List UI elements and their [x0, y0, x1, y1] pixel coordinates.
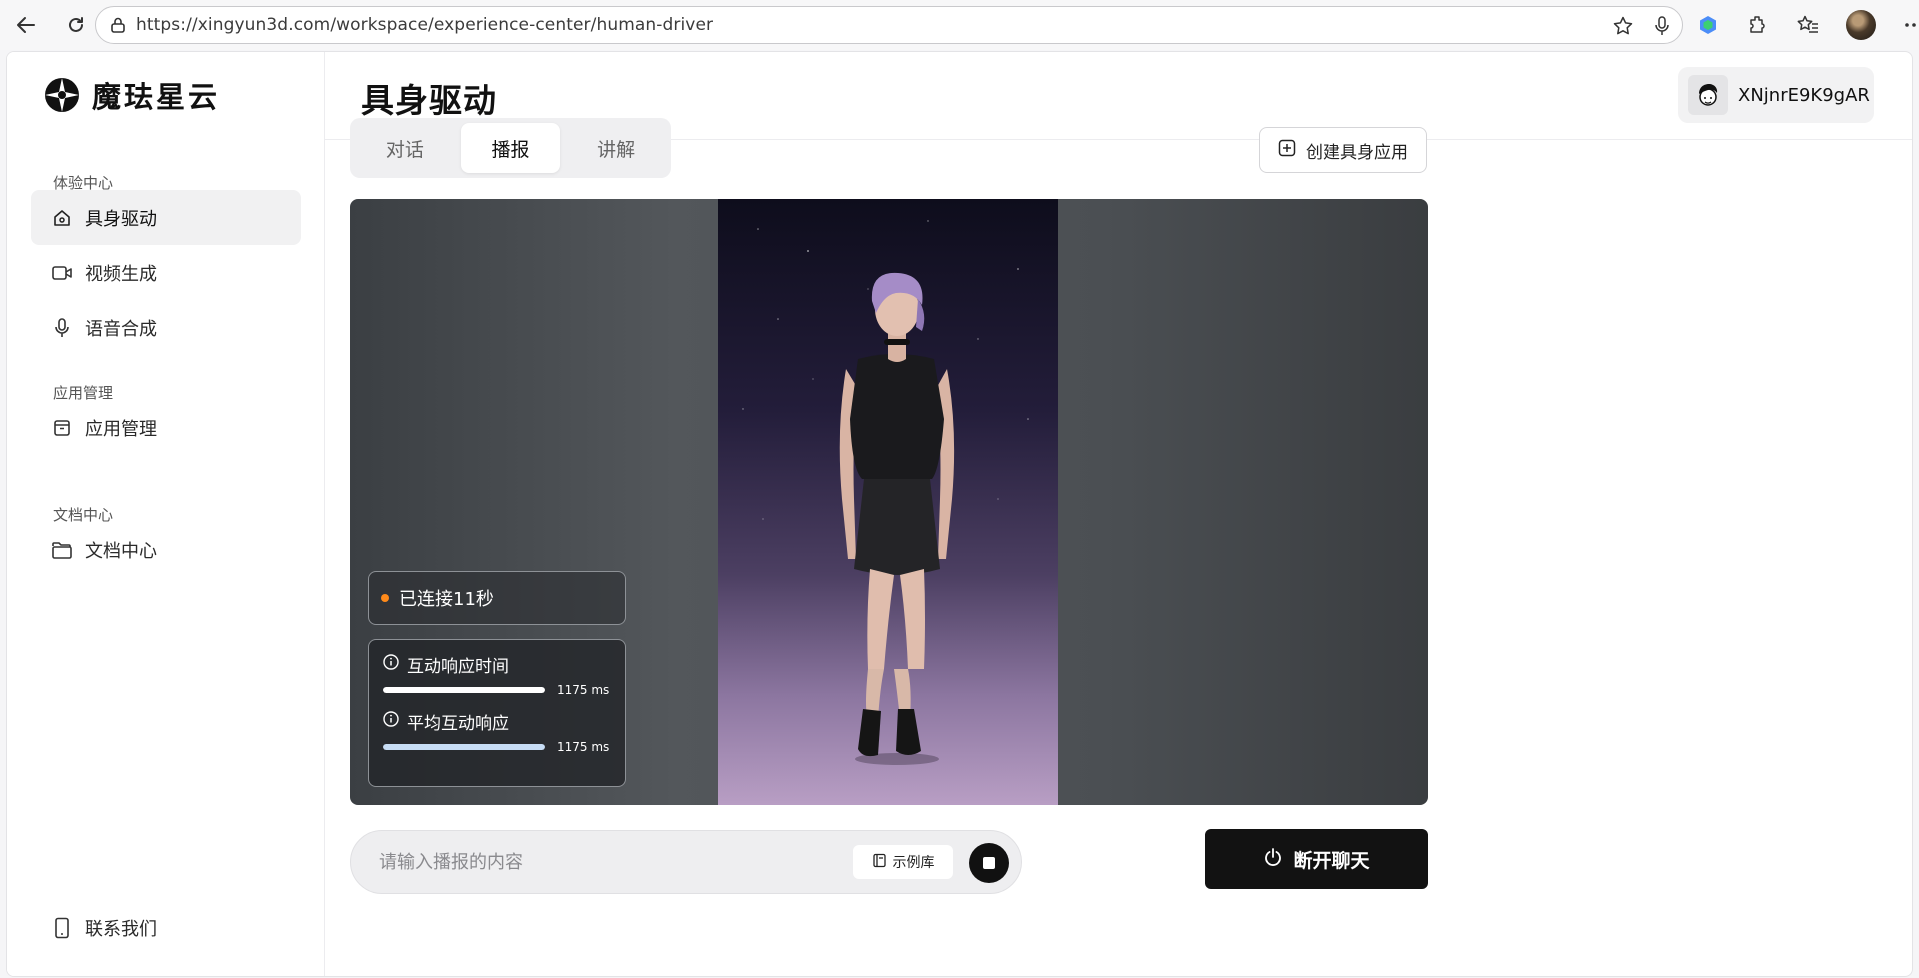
connection-status-text: 已连接11秒 [399, 589, 494, 610]
metric-bar [383, 687, 545, 693]
metric-bar [383, 744, 545, 750]
plus-square-icon [1278, 139, 1296, 162]
sidebar-item-label: 视频生成 [85, 263, 157, 285]
broadcast-composer: 示例库 [350, 830, 1022, 894]
more-options-icon[interactable] [1902, 13, 1919, 37]
browser-profile-avatar[interactable] [1846, 10, 1876, 40]
reload-icon[interactable] [58, 7, 94, 43]
avatar [1688, 75, 1728, 115]
tab-explain[interactable]: 讲解 [566, 123, 666, 173]
info-icon[interactable] [383, 654, 399, 675]
metric-average-response: 平均互动响应 1175 ms [383, 709, 611, 754]
page-title: 具身驱动 [361, 81, 497, 120]
archive-box-icon [51, 417, 73, 439]
metric-value: 1175 ms [557, 740, 610, 754]
sidebar-item-app-management[interactable]: 应用管理 [31, 400, 301, 455]
create-embodied-app-label: 创建具身应用 [1306, 142, 1408, 163]
sidebar-item-embodied-driver[interactable]: 具身驱动 [31, 190, 301, 245]
stop-broadcast-button[interactable] [969, 843, 1009, 883]
metric-response-time: 互动响应时间 1175 ms [383, 652, 611, 697]
sidebar-item-speech-synthesis[interactable]: 语音合成 [31, 300, 301, 355]
video-camera-icon [51, 262, 73, 284]
tab-dialogue[interactable]: 对话 [355, 123, 455, 173]
username: XNjnrE9K9gAR [1738, 84, 1870, 106]
url-text[interactable]: https://xingyun3d.com/workspace/experien… [136, 15, 713, 35]
site-info-icon[interactable] [108, 15, 128, 35]
metric-label: 互动响应时间 [407, 657, 509, 677]
user-menu[interactable]: XNjnrE9K9gAR [1678, 67, 1874, 123]
info-icon[interactable] [383, 711, 399, 732]
latency-metrics-panel: 互动响应时间 1175 ms 平均互动响应 1175 ms [368, 639, 626, 787]
disconnect-chat-button[interactable]: 断开聊天 [1205, 829, 1428, 889]
metric-value: 1175 ms [557, 683, 610, 697]
stop-icon [983, 857, 995, 869]
digital-human-figure [742, 220, 1029, 765]
disconnect-chat-label: 断开聊天 [1293, 849, 1370, 872]
brand-name: 魔珐星云 [92, 80, 221, 114]
metric-bar-fill [383, 744, 545, 750]
extension-logo-icon[interactable] [1696, 13, 1720, 37]
sidebar-item-label: 具身驱动 [85, 208, 157, 230]
sidebar-item-label: 联系我们 [85, 918, 157, 940]
folder-icon [51, 539, 73, 561]
examples-library-button[interactable]: 示例库 [853, 845, 953, 879]
logo[interactable]: 魔珐星云 [44, 74, 220, 116]
create-embodied-app-button[interactable]: 创建具身应用 [1259, 127, 1427, 173]
phone-icon [51, 917, 73, 939]
status-dot-icon [381, 594, 389, 602]
book-icon [872, 853, 887, 872]
sidebar-item-video-generation[interactable]: 视频生成 [31, 245, 301, 300]
sidebar-item-label: 文档中心 [85, 540, 157, 562]
sidebar-item-label: 应用管理 [85, 418, 157, 440]
back-icon[interactable] [8, 7, 44, 43]
sidebar: 魔珐星云 体验中心 具身驱动 视频生成 语音合成 应用管理 应用管理 文档中心 … [7, 52, 325, 976]
examples-library-label: 示例库 [892, 855, 935, 871]
microphone-icon[interactable] [1652, 15, 1672, 41]
star-icon[interactable] [1612, 15, 1634, 41]
extensions-icon[interactable] [1746, 13, 1770, 37]
sidebar-item-label: 语音合成 [85, 318, 157, 340]
tab-broadcast[interactable]: 播报 [460, 123, 561, 173]
metric-label: 平均互动响应 [407, 714, 509, 734]
power-icon [1263, 847, 1283, 872]
browser-toolbar: https://xingyun3d.com/workspace/experien… [0, 0, 1919, 50]
metric-bar-fill [383, 687, 545, 693]
sidebar-item-docs[interactable]: 文档中心 [31, 522, 301, 577]
broadcast-input[interactable] [379, 851, 839, 873]
avatar-viewport [718, 199, 1058, 805]
microphone-icon [51, 317, 73, 339]
sidebar-item-contact-us[interactable]: 联系我们 [31, 900, 301, 955]
favorites-icon[interactable] [1796, 13, 1820, 37]
home-icon [51, 207, 73, 229]
mode-tabs: 对话 播报 讲解 [350, 118, 671, 178]
address-bar[interactable]: https://xingyun3d.com/workspace/experien… [95, 6, 1683, 44]
connection-status: 已连接11秒 [368, 571, 626, 625]
logo-mark-icon [45, 78, 79, 112]
avatar-stage: 已连接11秒 互动响应时间 1175 ms 平均互动响应 1175 ms [350, 199, 1428, 805]
